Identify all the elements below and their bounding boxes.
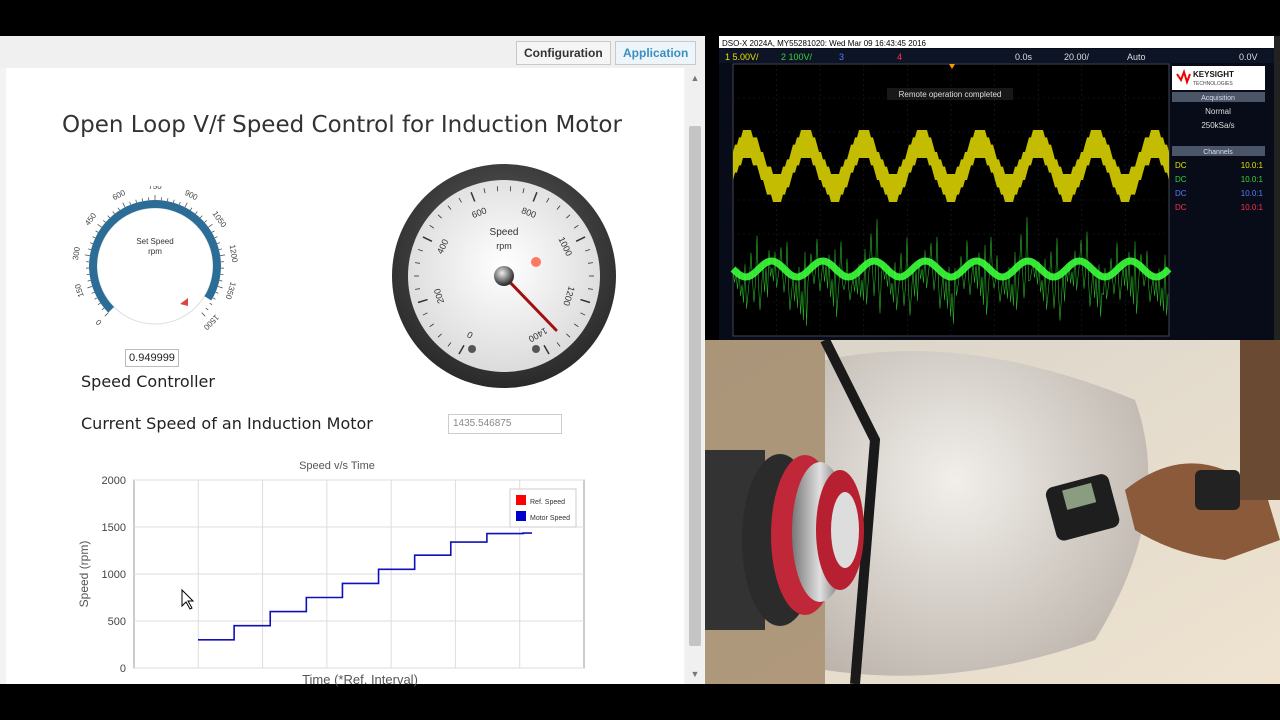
gauge-screw-right: [532, 345, 540, 353]
scroll-up-icon[interactable]: ▲: [689, 72, 701, 84]
channel-coupling: DC: [1175, 189, 1187, 198]
y-tick-label: 2000: [102, 475, 126, 487]
gauge-screw-left: [468, 345, 476, 353]
knob-tick-label: 0: [94, 317, 104, 327]
channel-coupling: DC: [1175, 203, 1187, 212]
knob-tick-label: 150: [73, 282, 86, 298]
channels-label: Channels: [1203, 149, 1233, 156]
knob-unit: rpm: [148, 247, 162, 256]
legend-ref-speed: Ref. Speed: [530, 499, 565, 506]
tab-configuration[interactable]: Configuration: [516, 41, 611, 65]
scope-mode: Auto: [1127, 52, 1146, 62]
scope-time: 0.0s: [1015, 52, 1033, 62]
legend-swatch-ref: [516, 495, 526, 505]
channel-coupling: DC: [1175, 161, 1187, 170]
scope-ch4-setting: 4: [897, 52, 902, 62]
x-axis-label: Time (*Ref. Interval): [302, 672, 418, 687]
knob-face: [96, 207, 214, 325]
scroll-thumb[interactable]: [689, 126, 701, 646]
current-speed-label: Current Speed of an Induction Motor: [81, 414, 373, 433]
channel-probe-ratio: 10.0:1: [1241, 175, 1264, 184]
set-speed-knob[interactable]: 01503004506007509001050120013501500 Set …: [70, 186, 250, 356]
y-axis-label: Speed (rpm): [77, 541, 91, 608]
scope-timebase: 20.00/: [1064, 52, 1090, 62]
tab-application[interactable]: Application: [615, 41, 697, 65]
forearm: [1240, 340, 1280, 500]
acquisition-label: Acquisition: [1201, 95, 1235, 102]
scope-trigger-level: 0.0V: [1239, 52, 1258, 62]
knob-tick-label: 1050: [210, 209, 228, 229]
motor-camera-photo: [705, 340, 1280, 684]
y-tick-label: 1500: [102, 522, 126, 534]
knob-tick-label: 750: [148, 186, 162, 191]
app-content: Open Loop V/f Speed Control for Inductio…: [6, 68, 684, 687]
wristwatch: [1195, 470, 1240, 510]
brand-sub: TECHNOLOGIES: [1193, 81, 1233, 87]
chart-title: Speed v/s Time: [299, 460, 375, 472]
y-tick-label: 1000: [102, 569, 126, 581]
chart-legend: Ref. Speed Motor Speed: [509, 488, 577, 528]
scope-header: DSO-X 2024A, MY55281020: Wed Mar 09 16:4…: [722, 39, 927, 48]
channel-probe-ratio: 10.0:1: [1241, 161, 1264, 170]
channel-coupling: DC: [1175, 175, 1187, 184]
gauge-indicator-light: [531, 257, 541, 267]
current-speed-field[interactable]: 1435.546875: [448, 414, 562, 434]
gauge-title: Speed: [490, 227, 519, 238]
speed-controller-label: Speed Controller: [81, 372, 215, 391]
speed-gauge: 0200400600 800100012001400 Speed rpm: [392, 164, 616, 388]
channel-probe-ratio: 10.0:1: [1241, 189, 1264, 198]
scope-ch3-setting: 3: [839, 52, 844, 62]
scope-status: Remote operation completed: [899, 90, 1002, 99]
knob-title: Set Speed: [136, 237, 173, 246]
knob-tick-label: 900: [183, 188, 199, 202]
knob-tick-label: 300: [71, 246, 82, 261]
channel-list: DC 10.0:1 DC 10.0:1 DC 10.0:1 DC 10.0:1: [1175, 161, 1264, 212]
scope-ch1-setting: 1 5.00V/: [725, 52, 759, 62]
knob-tick-label: 600: [111, 188, 127, 202]
acquisition-mode: Normal: [1205, 107, 1231, 116]
application-window: Configuration Application Open Loop V/f …: [0, 36, 705, 687]
legend-motor-speed: Motor Speed: [530, 515, 570, 522]
knob-tick-label: 1350: [223, 281, 237, 301]
knob-tick-label: 450: [83, 211, 98, 228]
page-title: Open Loop V/f Speed Control for Inductio…: [62, 112, 622, 138]
gauge-hub: [494, 266, 514, 286]
pulley-hub: [831, 492, 859, 568]
tab-bar: Configuration Application: [0, 36, 705, 68]
legend-swatch-motor: [516, 511, 526, 521]
knob-tick-label: 1200: [228, 244, 240, 264]
speed-vs-time-chart: Speed v/s Time 0 500 1000 1500 2000 Ref. Spe…: [77, 460, 585, 687]
vertical-scrollbar[interactable]: ▲ ▼: [686, 68, 704, 684]
oscilloscope-screen: DSO-X 2024A, MY55281020: Wed Mar 09 16:4…: [719, 36, 1280, 340]
scroll-down-icon[interactable]: ▼: [689, 668, 701, 680]
channel-probe-ratio: 10.0:1: [1241, 203, 1264, 212]
gauge-unit: rpm: [496, 241, 512, 251]
y-tick-labels: 0 500 1000 1500 2000: [102, 475, 126, 675]
y-tick-label: 0: [120, 663, 126, 675]
knob-value-field[interactable]: 0.949999: [125, 349, 179, 367]
y-tick-label: 500: [108, 616, 126, 628]
brand-name: KEYSIGHT: [1193, 70, 1234, 79]
scope-ch2-setting: 2 100V/: [781, 52, 813, 62]
acquisition-rate: 250kSa/s: [1201, 121, 1234, 130]
